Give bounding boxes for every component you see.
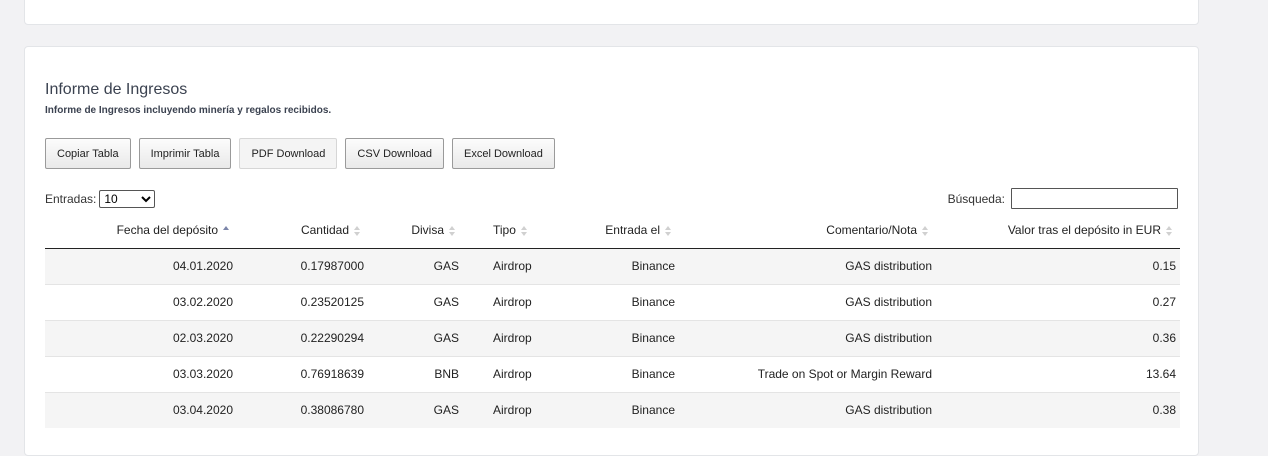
cell-currency: BNB — [368, 355, 463, 392]
cell-type: Airdrop — [463, 391, 589, 428]
sort-icon — [920, 225, 932, 237]
table-row: 03.03.2020 0.76918639 BNB Airdrop Binanc… — [45, 355, 1180, 392]
cell-amount: 0.17987000 — [237, 247, 368, 284]
col-header-amount[interactable]: Cantidad — [237, 213, 368, 249]
sort-icon — [447, 225, 459, 237]
cell-value-eur: 0.36 — [936, 319, 1180, 356]
cell-currency: GAS — [368, 247, 463, 284]
cell-value-eur: 0.15 — [936, 247, 1180, 284]
sort-icon — [519, 225, 531, 237]
cell-date: 02.03.2020 — [45, 319, 237, 356]
cell-comment: GAS distribution — [679, 247, 936, 284]
cell-type: Airdrop — [463, 247, 589, 284]
sort-asc-icon — [221, 225, 233, 237]
col-header-comment[interactable]: Comentario/Nota — [679, 213, 936, 249]
table-row: 03.04.2020 0.38086780 GAS Airdrop Binanc… — [45, 391, 1180, 428]
print-table-button[interactable]: Imprimir Tabla — [138, 138, 232, 169]
col-header-entry[interactable]: Entrada el — [589, 213, 679, 249]
table-header-row: Fecha del depósito Cantidad Divisa Tipo … — [45, 213, 1180, 249]
cell-date: 03.02.2020 — [45, 283, 237, 320]
cell-date: 04.01.2020 — [45, 247, 237, 284]
col-header-date[interactable]: Fecha del depósito — [45, 213, 237, 249]
search-input[interactable] — [1011, 188, 1178, 209]
entries-length-control: Entradas: 10 — [45, 190, 156, 208]
page-subtitle: Informe de Ingresos incluyendo minería y… — [45, 105, 332, 116]
table-row: 03.02.2020 0.23520125 GAS Airdrop Binanc… — [45, 283, 1180, 320]
search-label: Búsqueda: — [947, 191, 1005, 206]
cell-entry: Binance — [589, 247, 679, 284]
excel-download-button[interactable]: Excel Download — [452, 138, 555, 169]
cell-amount: 0.23520125 — [237, 283, 368, 320]
cell-currency: GAS — [368, 391, 463, 428]
pdf-download-button[interactable]: PDF Download — [239, 138, 338, 169]
cell-comment: GAS distribution — [679, 391, 936, 428]
cell-amount: 0.22290294 — [237, 319, 368, 356]
export-buttons: Copiar Tabla Imprimir Tabla PDF Download… — [45, 138, 563, 169]
table-row: 04.01.2020 0.17987000 GAS Airdrop Binanc… — [45, 247, 1180, 284]
sort-icon — [663, 225, 675, 237]
cell-entry: Binance — [589, 283, 679, 320]
cell-value-eur: 13.64 — [936, 355, 1180, 392]
cell-value-eur: 0.27 — [936, 283, 1180, 320]
cell-type: Airdrop — [463, 319, 589, 356]
previous-card — [24, 0, 1199, 25]
csv-download-button[interactable]: CSV Download — [345, 138, 445, 169]
col-header-currency[interactable]: Divisa — [368, 213, 463, 249]
cell-comment: GAS distribution — [679, 319, 936, 356]
entries-select[interactable]: 10 — [99, 190, 156, 208]
cell-entry: Binance — [589, 391, 679, 428]
col-header-type[interactable]: Tipo — [463, 213, 589, 249]
cell-amount: 0.38086780 — [237, 391, 368, 428]
cell-entry: Binance — [589, 319, 679, 356]
income-report-card: Informe de Ingresos Informe de Ingresos … — [24, 46, 1199, 456]
cell-entry: Binance — [589, 355, 679, 392]
cell-value-eur: 0.38 — [936, 391, 1180, 428]
table-row: 02.03.2020 0.22290294 GAS Airdrop Binanc… — [45, 319, 1180, 356]
sort-icon — [1164, 225, 1176, 237]
income-table: Fecha del depósito Cantidad Divisa Tipo … — [45, 213, 1180, 428]
cell-comment: GAS distribution — [679, 283, 936, 320]
cell-date: 03.04.2020 — [45, 391, 237, 428]
search-control: Búsqueda: — [948, 188, 1178, 209]
cell-date: 03.03.2020 — [45, 355, 237, 392]
cell-currency: GAS — [368, 319, 463, 356]
sort-icon — [352, 225, 364, 237]
cell-currency: GAS — [368, 283, 463, 320]
cell-comment: Trade on Spot or Margin Reward — [679, 355, 936, 392]
page-title: Informe de Ingresos — [45, 81, 188, 98]
entries-label: Entradas: — [45, 192, 97, 206]
col-header-value-eur[interactable]: Valor tras el depósito in EUR — [936, 213, 1180, 249]
cell-amount: 0.76918639 — [237, 355, 368, 392]
cell-type: Airdrop — [463, 283, 589, 320]
cell-type: Airdrop — [463, 355, 589, 392]
copy-table-button[interactable]: Copiar Tabla — [45, 138, 131, 169]
